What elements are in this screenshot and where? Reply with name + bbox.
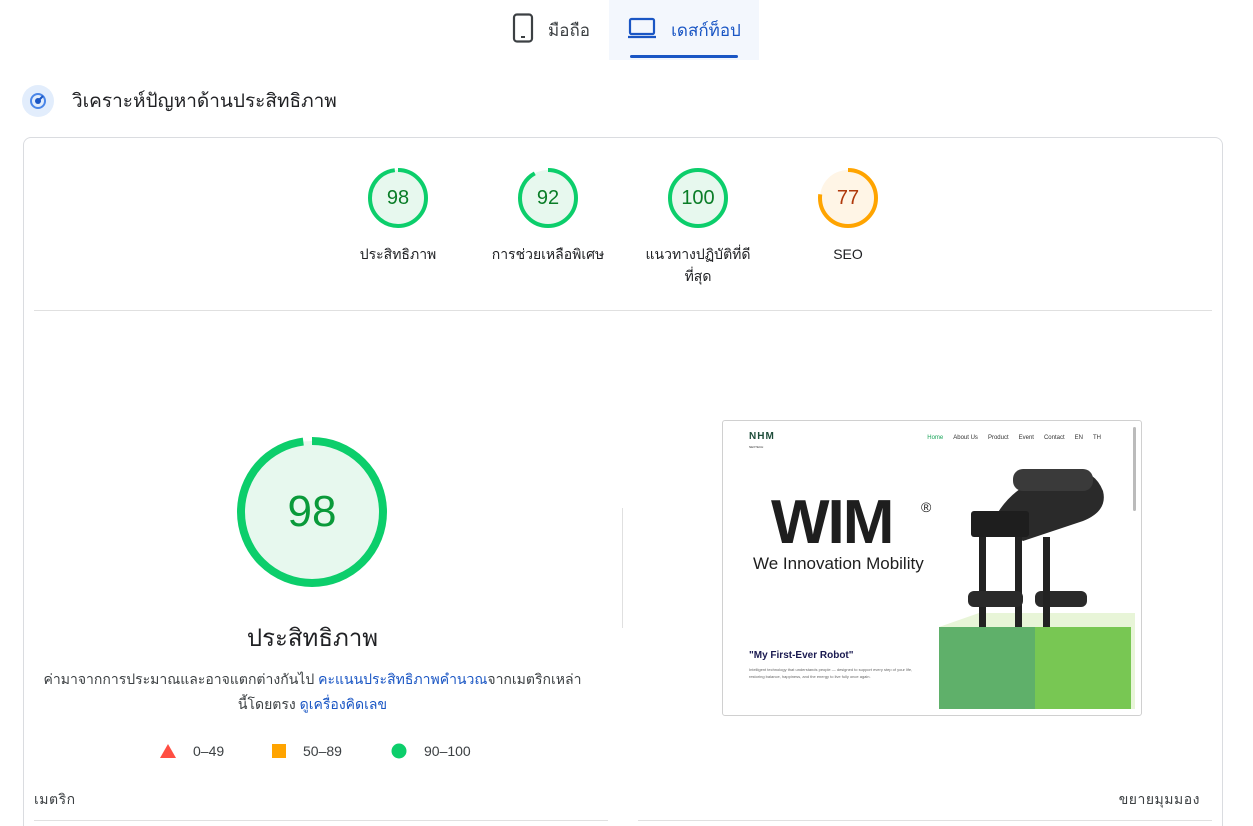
phone-icon (512, 12, 534, 48)
score-calculation-link[interactable]: คะแนนประสิทธิภาพคำนวณ (318, 671, 487, 687)
circle-icon (391, 743, 407, 759)
legend-average-label: 50–89 (303, 743, 342, 759)
thumb-nav: Home About Us Product Event Contact EN T… (927, 435, 1101, 441)
thumb-scrollbar (1133, 427, 1136, 511)
thumb-nav-item: TH (1093, 435, 1101, 441)
section-header: วิเคราะห์ปัญหาด้านประสิทธิภาพ (22, 85, 337, 117)
thumb-nav-item: Event (1018, 435, 1034, 441)
calculator-link[interactable]: ดูเครื่องคิดเลข (300, 696, 387, 712)
gauge-performance[interactable]: 98 ประสิทธิภาพ (323, 167, 473, 265)
tab-desktop[interactable]: เดสก์ท็อป (609, 0, 759, 60)
gauge-seo-label: SEO (833, 246, 863, 262)
triangle-icon (160, 744, 176, 758)
thumb-logo-sub: NEXTECH (749, 445, 764, 449)
thumb-tagline: We Innovation Mobility (753, 554, 924, 573)
active-tab-indicator (630, 55, 738, 58)
desc-text-1: ค่ามาจากการประมาณและอาจแตกต่างกันไป (43, 671, 319, 687)
vertical-divider (622, 508, 623, 628)
gauge-accessibility-score: 92 (536, 187, 560, 209)
gauge-performance-label: ประสิทธิภาพ (359, 246, 437, 262)
gauge-best-practices-label: แนวทางปฏิบัติที่ดี ที่สุด (623, 243, 773, 287)
tab-desktop-label: เดสก์ท็อป (671, 20, 741, 40)
thumb-device-image (968, 469, 1104, 627)
laptop-icon (627, 17, 657, 44)
divider (34, 310, 1212, 311)
gauge-performance-score: 98 (386, 187, 410, 209)
expand-view-button[interactable]: ขยายมุมมอง (1119, 789, 1200, 811)
thumb-reg: ® (921, 499, 932, 515)
legend-fail-label: 0–49 (193, 743, 225, 759)
legend-pass: 90–100 (391, 740, 471, 762)
gauge-seo[interactable]: 77 SEO (773, 167, 923, 265)
gauge-accessibility-label: การช่วยเหลือพิเศษ (491, 246, 605, 262)
square-icon (272, 744, 286, 758)
thumb-logo: NHM (749, 431, 775, 442)
page-screenshot: NHM NEXTECH Home About Us Product Event … (722, 420, 1142, 716)
thumb-nav-item: Contact (1043, 435, 1065, 441)
metrics-heading: เมตริก (34, 791, 76, 807)
performance-description: ค่ามาจากการประมาณและอาจแตกต่างกันไป คะแน… (40, 667, 585, 717)
performance-title: ประสิทธิภาพ (246, 625, 379, 652)
legend-pass-label: 90–100 (424, 743, 471, 759)
thumb-nav-item: EN (1074, 435, 1083, 441)
device-tabs: มือถือ เดสก์ท็อป (0, 0, 1253, 60)
thumb-nav-item: Home (927, 435, 944, 441)
gauge-accessibility[interactable]: 92 การช่วยเหลือพิเศษ (473, 167, 623, 265)
legend-fail: 0–49 (160, 740, 224, 762)
legend-average: 50–89 (272, 740, 342, 762)
gauge-best-practices[interactable]: 100 แนวทางปฏิบัติที่ดี ที่สุด (623, 167, 773, 287)
thumb-nav-item: About Us (953, 435, 978, 441)
speedometer-icon (22, 85, 54, 117)
thumb-brand: WIM (771, 488, 894, 557)
thumb-body: Intelligent technology that understands … (749, 667, 913, 679)
divider (34, 820, 608, 821)
tab-mobile[interactable]: มือถือ (495, 0, 607, 60)
thumb-nav-item: Product (987, 435, 1009, 441)
gauge-best-practices-score: 100 (681, 187, 715, 209)
gauge-seo-score: 77 (836, 187, 860, 209)
section-title: วิเคราะห์ปัญหาด้านประสิทธิภาพ (72, 91, 337, 112)
gauge-best-practices-label-line2: ที่สุด (684, 268, 712, 284)
thumb-quote: "My First-Ever Robot" (749, 650, 854, 661)
performance-big-score: 98 (287, 487, 337, 536)
gauge-best-practices-label-line1: แนวทางปฏิบัติที่ดี (645, 246, 751, 262)
divider (638, 820, 1212, 821)
tab-mobile-label: มือถือ (548, 20, 590, 40)
